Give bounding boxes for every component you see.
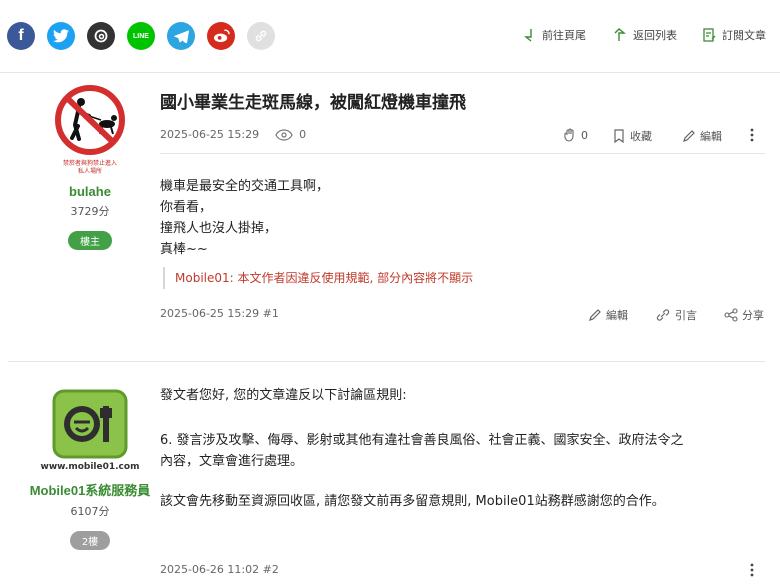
eye-icon	[275, 128, 293, 141]
line-icon: LINE	[133, 32, 149, 40]
post2-footer-datetime: 2025-06-26 11:02 #2	[160, 563, 279, 576]
go-to-last-page-label: 前往頁尾	[542, 29, 586, 42]
post1-share-button[interactable]: 分享	[724, 307, 764, 323]
post2-floor-badge: 2樓	[69, 531, 111, 550]
post1-footer-datetime: 2025-06-25 15:29 #1	[160, 307, 279, 320]
post1-views: 0	[299, 128, 307, 141]
post1-line: 機車是最安全的交通工具啊，	[160, 179, 330, 194]
post1-share-label: 分享	[742, 309, 764, 322]
post2-more-button[interactable]	[749, 563, 755, 577]
post1-like-button[interactable]: 0	[563, 128, 588, 142]
back-to-list-link[interactable]: 返回列表	[614, 27, 677, 43]
arrow-back-icon	[614, 28, 626, 41]
mobile01-logo-icon	[52, 389, 128, 459]
post1-edit-label: 編輯	[700, 130, 722, 143]
subscribe-button[interactable]: 訂閱文章	[703, 27, 766, 43]
more-vertical-icon	[750, 128, 754, 142]
post1-line: 你看看，	[160, 200, 213, 215]
post1-bookmark-label: 收藏	[630, 130, 652, 143]
post1-quote-label: 引言	[675, 309, 697, 322]
post2-rule-text: 發言涉及攻擊、侮辱、影射或其他有違社會善良風俗、社會正義、國家安全、政府法令之	[176, 433, 684, 448]
go-to-last-page-link[interactable]: 前往頁尾	[523, 27, 586, 43]
post1-floor-badge: 樓主	[68, 231, 112, 250]
threads-icon	[94, 29, 108, 43]
post2-author-name[interactable]: Mobile01系統服務員	[10, 480, 170, 499]
no-dogs-sign-icon	[55, 85, 125, 155]
post1-like-count: 0	[581, 128, 588, 142]
post2-avatar-caption: www.mobile01.com	[40, 462, 140, 472]
threads-share-button[interactable]	[87, 22, 115, 50]
post2-rule-line: 6. 發言涉及攻擊、侮辱、影射或其他有違社會善良風俗、社會正義、國家安全、政府法…	[160, 430, 770, 451]
post2-author: www.mobile01.com Mobile01系統服務員 6107分 2樓	[30, 386, 150, 550]
post1-bookmark-button[interactable]: 收藏	[612, 128, 652, 144]
twitter-share-button[interactable]	[47, 22, 75, 50]
post1-meta: 2025-06-25 15:29 0	[160, 128, 306, 141]
telegram-share-button[interactable]	[167, 22, 195, 50]
pencil-icon	[589, 309, 601, 321]
post1-avatar-caption: 禁菸者與狗禁止進入 私人場所	[62, 160, 117, 175]
moderation-notice: Mobile01: 本文作者因違反使用規範, 部分內容將不顯示	[163, 267, 473, 289]
share-icon	[724, 308, 738, 322]
post1-avatar[interactable]	[45, 82, 135, 172]
post1-datetime: 2025-06-25 15:29	[160, 128, 260, 141]
pencil-icon	[683, 130, 695, 142]
post1-footer-meta: 2025-06-25 15:29 #1	[160, 307, 279, 320]
weibo-share-button[interactable]	[207, 22, 235, 50]
post2-author-score: 6107分	[70, 505, 110, 518]
share-bar: f LINE 前往頁尾 返回列表 訂閱文章	[0, 0, 780, 72]
post2-paragraph-3: 該文會先移動至資源回收區, 請您發文前再多留意規則, Mobile01站務群感謝…	[160, 494, 665, 509]
weibo-icon	[213, 29, 230, 43]
post1-footer-edit-label: 編輯	[606, 309, 628, 322]
post1-author: 禁菸者與狗禁止進入 私人場所 bulahe 3729分 樓主	[30, 82, 150, 250]
post1-inner-divider	[160, 153, 765, 154]
post-title: 國小畢業生走斑馬線，被闖紅燈機車撞飛	[160, 93, 466, 113]
quote-link-icon	[656, 309, 670, 321]
post1-edit-button[interactable]: 編輯	[682, 128, 722, 144]
post2-rule-line2: 內容，文章會進行處理。	[160, 454, 304, 469]
more-vertical-icon	[750, 563, 754, 577]
post2-rule: 6. 發言涉及攻擊、侮辱、影射或其他有違社會善良風俗、社會正義、國家安全、政府法…	[160, 430, 770, 472]
copy-link-button[interactable]	[247, 22, 275, 50]
post-separator	[8, 361, 765, 362]
post2-rule-number: 6.	[160, 433, 173, 448]
subscribe-icon	[703, 28, 716, 42]
twitter-icon	[53, 29, 69, 43]
post1-line: 撞飛人也沒人掛掉，	[160, 221, 278, 236]
post1-author-name[interactable]: bulahe	[30, 184, 150, 199]
clap-icon	[564, 128, 574, 142]
post2-footer-meta: 2025-06-26 11:02 #2	[160, 563, 279, 576]
post2-avatar[interactable]	[40, 386, 140, 474]
line-share-button[interactable]: LINE	[127, 22, 155, 50]
back-to-list-label: 返回列表	[633, 29, 677, 42]
facebook-icon: f	[18, 27, 24, 44]
telegram-icon	[173, 29, 189, 43]
post1-footer-edit-button[interactable]: 編輯	[588, 307, 628, 323]
post1-author-score: 3729分	[70, 205, 110, 218]
facebook-share-button[interactable]: f	[7, 22, 35, 50]
post1-line: 真棒~~	[160, 242, 208, 257]
post1-quote-button[interactable]: 引言	[655, 307, 697, 323]
post1-more-button[interactable]	[749, 128, 755, 142]
link-icon	[255, 30, 267, 42]
subscribe-label: 訂閱文章	[722, 29, 766, 42]
post2-paragraph-1: 發文者您好, 您的文章違反以下討論區規則:	[160, 388, 407, 403]
top-divider	[0, 72, 780, 73]
post1-content: 機車是最安全的交通工具啊， 你看看， 撞飛人也沒人掛掉， 真棒~~	[160, 176, 329, 260]
bookmark-icon	[614, 129, 624, 143]
arrow-down-icon	[524, 29, 532, 42]
